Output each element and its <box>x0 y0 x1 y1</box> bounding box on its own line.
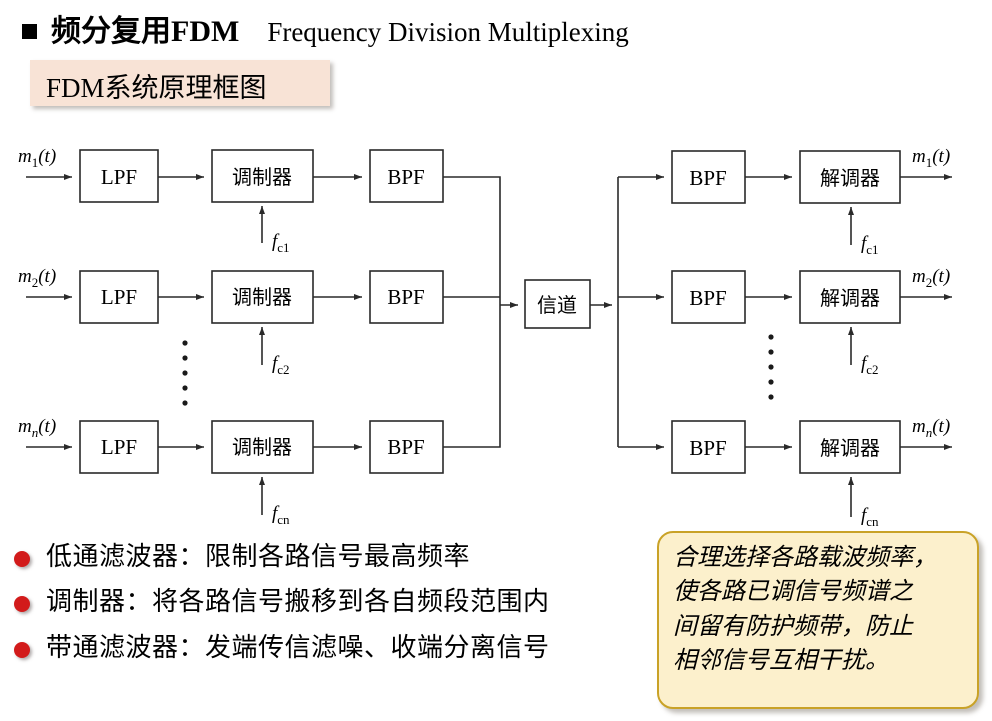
tx-bpf-label-3: BPF <box>387 435 424 459</box>
tx-input-label-3: mn(t) <box>18 416 56 440</box>
tx-input-label-2: m2(t) <box>18 266 56 290</box>
fdm-system-block-diagram: LPF 调制器 BPF LPF 调制器 BPF LPF 调制器 BPF 信道 B… <box>0 125 992 530</box>
feature-bullet-list: 低通滤波器：限制各路信号最高频率 调制器：将各路信号搬移到各自频段范围内 带通滤… <box>14 540 664 676</box>
rx-bpf-label-1: BPF <box>689 166 726 190</box>
callout-line-1: 合理选择各路载波频率， <box>673 545 937 571</box>
red-dot-bullet-icon <box>14 551 30 567</box>
rx-bpf-label-2: BPF <box>689 286 726 310</box>
rx-carrier-label-2: fc2 <box>861 353 879 377</box>
bullet-text-2: 调制器：将各路信号搬移到各自频段范围内 <box>46 587 550 617</box>
rx-output-label-1: m1(t) <box>912 146 950 170</box>
black-square-bullet-icon <box>22 24 37 39</box>
page-title: 频分复用FDM Frequency Division Multiplexing <box>22 6 629 50</box>
channel-label: 信道 <box>537 294 577 317</box>
tx-lpf-label-1: LPF <box>101 165 137 189</box>
callout-line-2: 使各路已调信号频谱之 <box>673 579 913 606</box>
list-item: 调制器：将各路信号搬移到各自频段范围内 <box>14 585 664 619</box>
tx-carrier-label-1: fc1 <box>272 231 290 255</box>
bullet-text-3: 带通滤波器：发端传信滤噪、收端分离信号 <box>46 632 550 662</box>
tx-modulator-label-3: 调制器 <box>232 436 292 459</box>
vertical-ellipsis-right <box>768 334 774 400</box>
list-item: 带通滤波器：发端传信滤噪、收端分离信号 <box>14 631 664 665</box>
section-banner-label: FDM系统原理框图 <box>46 73 267 103</box>
red-dot-bullet-icon <box>14 596 30 613</box>
tx-bpf-label-2: BPF <box>387 285 424 309</box>
rx-output-label-2: m2(t) <box>912 266 950 290</box>
note-callout-text: 合理选择各路载波频率， 使各路已调信号频谱之 间留有防护频带，防止 相邻信号互相… <box>673 541 967 678</box>
tx-lpf-label-3: LPF <box>101 435 137 459</box>
rx-demodulator-label-3: 解调器 <box>820 437 880 460</box>
rx-carrier-label-3: fcn <box>861 505 879 529</box>
section-banner: FDM系统原理框图 <box>30 60 330 106</box>
tx-modulator-label-2: 调制器 <box>232 286 292 309</box>
tx-carrier-label-2: fc2 <box>272 353 290 377</box>
callout-line-3: 间留有防护频带，防止 <box>673 613 913 640</box>
note-callout-box: 合理选择各路载波频率， 使各路已调信号频谱之 间留有防护频带，防止 相邻信号互相… <box>657 531 979 709</box>
tx-modulator-label-1: 调制器 <box>232 166 292 189</box>
bullet-text-1: 低通滤波器：限制各路信号最高频率 <box>46 542 471 571</box>
tx-carrier-label-3: fcn <box>272 503 290 527</box>
rx-bpf-label-3: BPF <box>689 436 726 460</box>
tx-bpf-label-1: BPF <box>387 165 424 189</box>
page-title-chinese: 频分复用FDM <box>51 15 240 48</box>
tx-lpf-label-2: LPF <box>101 285 137 309</box>
list-item: 低通滤波器：限制各路信号最高频率 <box>14 540 664 574</box>
tx-input-label-1: m1(t) <box>18 146 56 170</box>
red-dot-bullet-icon <box>14 641 30 658</box>
rx-demodulator-label-2: 解调器 <box>820 287 880 310</box>
vertical-ellipsis-left <box>182 340 188 406</box>
callout-line-4: 相邻信号互相干扰。 <box>673 647 889 674</box>
rx-demodulator-label-1: 解调器 <box>820 167 880 190</box>
rx-output-label-3: mn(t) <box>912 416 950 440</box>
page-title-english: Frequency Division Multiplexing <box>267 17 629 47</box>
rx-carrier-label-1: fc1 <box>861 233 879 257</box>
